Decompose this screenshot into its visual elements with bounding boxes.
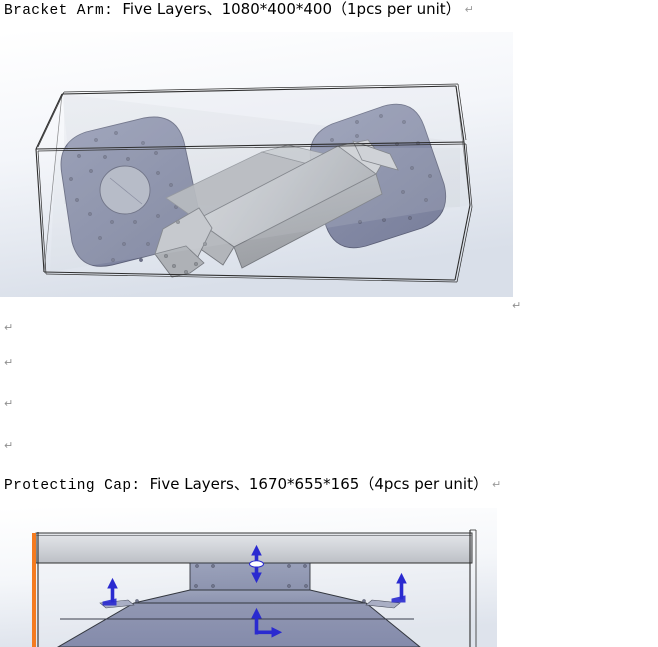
paragraph-mark-empty-1: ↵ [4, 321, 14, 334]
paragraph-mark-empty-3: ↵ [4, 397, 14, 410]
paragraph-mark: ↵ [464, 3, 474, 16]
bracket-arm-cad-view [0, 32, 513, 297]
bracket-arm-layers: Five Layers [122, 0, 207, 18]
protecting-cap-dimensions: 1670*655*165 [248, 475, 360, 493]
bracket-arm-separator: 、 [206, 0, 222, 18]
heading-protecting-cap: Protecting Cap: Five Layers、1670*655*165… [4, 475, 501, 495]
paragraph-mark: ↵ [491, 478, 502, 491]
paragraph-mark-figure1: ↵ [512, 299, 522, 312]
protecting-cap-label: Protecting Cap: [4, 478, 141, 494]
protecting-cap-quantity: （4pcs per unit） [359, 475, 488, 493]
bracket-arm-dimensions: 1080*400*400 [221, 0, 332, 18]
heading-bracket-arm: Bracket Arm: Five Layers、1080*400*400（1p… [4, 0, 474, 20]
protecting-cap-separator: 、 [233, 475, 249, 493]
bracket-arm-quantity: （1pcs per unit） [332, 0, 461, 18]
bracket-arm-label: Bracket Arm: [4, 3, 114, 19]
top-rail [35, 532, 473, 564]
protecting-cap-layers: Five Layers [149, 475, 234, 493]
protecting-cap-cad-view [0, 508, 497, 647]
paragraph-mark-empty-2: ↵ [4, 356, 14, 369]
paragraph-mark-empty-4: ↵ [4, 439, 14, 452]
document-page: Bracket Arm: Five Layers、1080*400*400（1p… [0, 0, 658, 647]
highlighted-edge [32, 533, 36, 647]
